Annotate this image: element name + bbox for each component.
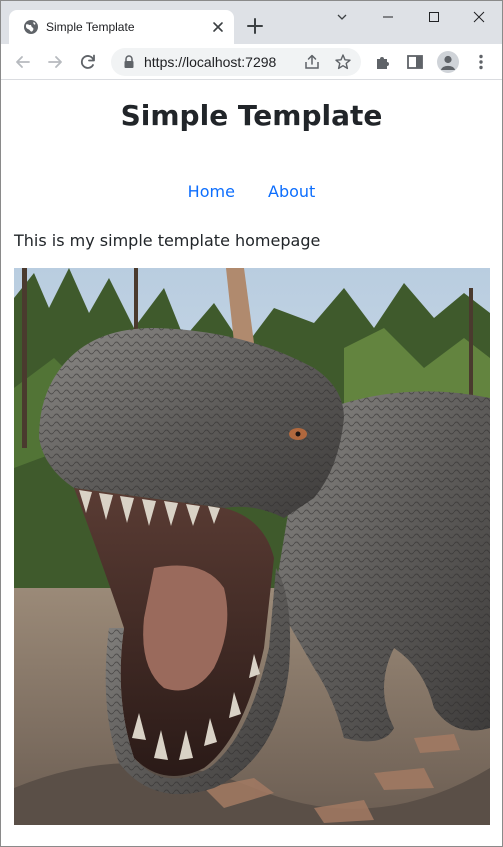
lock-icon[interactable] [123,55,135,69]
intro-text: This is my simple template homepage [14,231,321,250]
person-icon [441,55,455,70]
more-menu-icon[interactable] [471,52,491,72]
dinosaur-image [14,268,490,825]
close-icon [473,11,485,23]
minimize-icon [383,16,393,18]
close-icon[interactable] [211,20,225,34]
share-icon[interactable] [303,53,321,71]
chevron-down-icon [337,14,347,20]
new-tab-icon[interactable] [245,16,265,36]
site-title: Simple Template [120,99,383,132]
main-nav: Home About [1,182,502,202]
extensions-puzzle-icon[interactable] [373,52,393,72]
url-text[interactable]: https://localhost:7298 [144,54,276,70]
globe-icon [24,20,38,34]
browser-toolbar: https://localhost:7298 [1,44,502,80]
star-icon[interactable] [334,53,352,71]
side-panel-icon[interactable] [405,52,425,72]
minimize-button[interactable] [365,1,411,33]
browser-window: Simple Template https://localhost:7298 S… [0,0,503,847]
address-bar[interactable]: https://localhost:7298 [111,48,361,76]
tab-strip: Simple Template [1,1,502,44]
back-arrow-icon[interactable] [13,52,33,72]
forward-arrow-icon[interactable] [45,52,65,72]
reload-icon[interactable] [78,52,98,72]
nav-link-home[interactable]: Home [188,182,235,202]
browser-tab[interactable]: Simple Template [9,10,234,44]
maximize-icon [429,12,439,22]
tab-title: Simple Template [46,20,135,34]
profile-avatar[interactable] [437,51,459,73]
window-close-button[interactable] [456,1,502,33]
tab-search-button[interactable] [319,1,365,33]
page-content: Simple Template Home About This is my si… [1,81,502,846]
nav-link-about[interactable]: About [268,182,315,202]
maximize-button[interactable] [411,1,457,33]
